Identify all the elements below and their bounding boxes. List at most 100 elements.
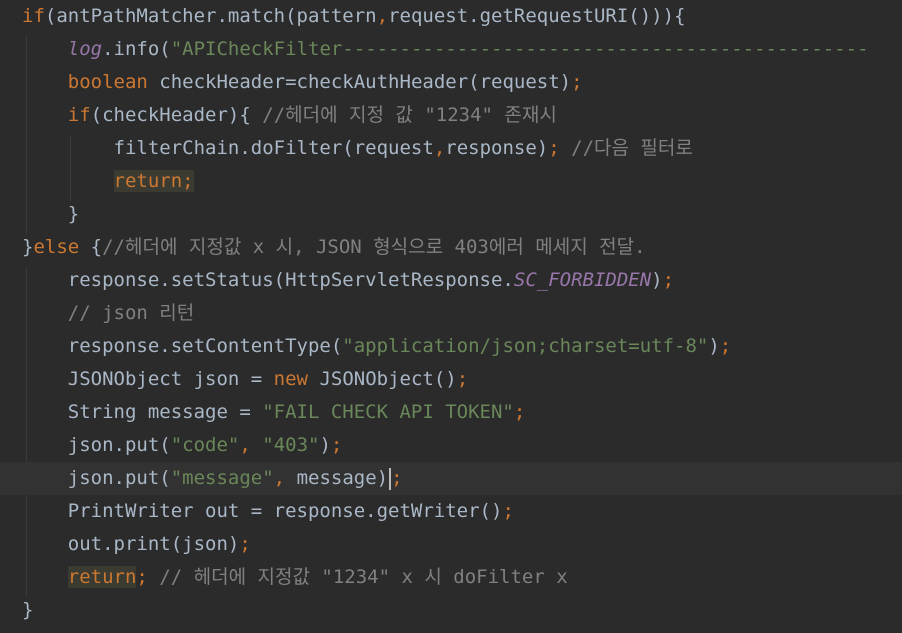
code-line[interactable]: response.setContentType("application/jso… [0, 330, 902, 363]
code-line-content: PrintWriter out = response.getWriter(); [0, 500, 514, 522]
code-token: boolean [67, 71, 148, 93]
code-token: ) [708, 335, 720, 357]
code-token: JSONObject json = [22, 368, 274, 390]
code-line-content: return; [0, 170, 194, 192]
code-token: "code" [170, 434, 240, 456]
code-line[interactable]: } [0, 594, 902, 627]
code-token: } [22, 203, 80, 225]
code-token: filterChain.doFilter(request [22, 137, 434, 159]
code-line[interactable]: if(checkHeader){ //헤더에 지정 값 "1234" 존재시 [0, 99, 902, 132]
code-line-content: } [0, 203, 79, 225]
code-line-content: response.setContentType("application/jso… [0, 335, 732, 357]
code-token: } [22, 599, 34, 621]
code-token: PrintWriter out = response.getWriter() [22, 500, 503, 522]
code-token: ; [239, 533, 251, 555]
code-token: ; [719, 335, 732, 357]
code-token: request.getRequestURI())){ [388, 5, 686, 27]
code-line-content: String message = "FAIL CHECK API TOKEN"; [0, 401, 526, 423]
code-token: // 헤더에 지정값 "1234" x 시 doFilter x [159, 566, 568, 588]
code-line[interactable]: json.put("message", message); [0, 462, 902, 495]
code-line-content: // json 리턴 [0, 302, 194, 324]
code-token: (antPathMatcher.match(pattern [44, 5, 377, 27]
code-line[interactable]: return; // 헤더에 지정값 "1234" x 시 doFilter x [0, 561, 902, 594]
code-line-content: boolean checkHeader=checkAuthHeader(requ… [0, 71, 583, 93]
code-token: ; [182, 170, 194, 192]
code-token: return [67, 566, 137, 588]
code-line[interactable]: if(antPathMatcher.match(pattern,request.… [0, 0, 902, 33]
code-token: SC_FORBIDDEN [513, 269, 652, 291]
code-token: (checkHeader){ [90, 104, 263, 126]
code-line[interactable]: } [0, 198, 902, 231]
code-line-content: if(checkHeader){ //헤더에 지정 값 "1234" 존재시 [0, 104, 557, 126]
code-line[interactable]: String message = "FAIL CHECK API TOKEN"; [0, 396, 902, 429]
code-line-content: } [0, 599, 33, 621]
code-token: ; [513, 401, 526, 423]
code-token: ; [391, 467, 403, 489]
code-editor[interactable]: if(antPathMatcher.match(pattern,request.… [0, 0, 902, 633]
code-token: //다음 필터로 [571, 137, 693, 159]
code-token: "message" [170, 467, 274, 489]
code-line-content: json.put("message", message); [0, 467, 403, 490]
code-token: out.print(json) [22, 533, 240, 555]
code-token: log [67, 38, 103, 60]
code-line[interactable]: PrintWriter out = response.getWriter(); [0, 495, 902, 528]
code-token: "403" [262, 434, 320, 456]
code-line-content: }else {//헤더에 지정값 x 시, JSON 형식으로 403에러 메세… [0, 236, 646, 258]
code-line-content: log.info("APICheckFilter----------------… [0, 38, 869, 60]
code-line-content: if(antPathMatcher.match(pattern,request.… [0, 5, 686, 27]
code-token: String message = [22, 401, 263, 423]
code-token: response.setContentType( [22, 335, 343, 357]
code-token: // json 리턴 [67, 302, 195, 324]
code-token: //헤더에 지정 값 "1234" 존재시 [262, 104, 557, 126]
code-token: ; [502, 500, 514, 522]
code-token: } [22, 236, 34, 258]
code-line[interactable]: }else {//헤더에 지정값 x 시, JSON 형식으로 403에러 메세… [0, 231, 902, 264]
code-token: "application/json;charset=utf-8" [342, 335, 709, 357]
code-token: if [22, 5, 45, 27]
code-token: message) [296, 467, 389, 489]
code-token: if [67, 104, 91, 126]
code-token: , [433, 137, 446, 159]
code-token: response) [445, 137, 549, 159]
code-line-content: json.put("code", "403"); [0, 434, 343, 456]
code-token: , [239, 434, 263, 456]
code-line-content: JSONObject json = new JSONObject(); [0, 368, 468, 390]
code-token: ) [319, 434, 331, 456]
code-token: else [33, 236, 80, 258]
code-token: , [376, 5, 389, 27]
code-token: , [273, 467, 297, 489]
code-line[interactable]: JSONObject json = new JSONObject(); [0, 363, 902, 396]
code-token: { [79, 236, 103, 258]
code-line-content: response.setStatus(HttpServletResponse.S… [0, 269, 674, 291]
code-line[interactable]: response.setStatus(HttpServletResponse.S… [0, 264, 902, 297]
code-line-content: filterChain.doFilter(request,response); … [0, 137, 693, 159]
code-token: "FAIL CHECK API TOKEN" [262, 401, 514, 423]
code-line[interactable]: json.put("code", "403"); [0, 429, 902, 462]
code-token: ; [548, 137, 560, 159]
code-token: JSONObject() [308, 368, 457, 390]
code-token: .info( [102, 38, 171, 60]
code-token: json.put( [22, 434, 171, 456]
code-line[interactable]: out.print(json); [0, 528, 902, 561]
code-line[interactable]: log.info("APICheckFilter----------------… [0, 33, 902, 66]
code-line-content: out.print(json); [0, 533, 251, 555]
code-line[interactable]: filterChain.doFilter(request,response); … [0, 132, 902, 165]
code-token: //헤더에 지정값 x 시, JSON 형식으로 403에러 메세지 전달. [102, 236, 646, 258]
code-line-content: return; // 헤더에 지정값 "1234" x 시 doFilter x [0, 566, 568, 588]
code-token: ; [571, 71, 583, 93]
code-token: ; [456, 368, 469, 390]
code-token: ; [330, 434, 343, 456]
code-line[interactable]: return; [0, 165, 902, 198]
code-token: return [113, 170, 183, 192]
code-token: checkHeader=checkAuthHeader(request) [147, 71, 572, 93]
code-line[interactable]: boolean checkHeader=checkAuthHeader(requ… [0, 66, 902, 99]
code-line[interactable]: // json 리턴 [0, 297, 902, 330]
code-token: json.put( [22, 467, 171, 489]
